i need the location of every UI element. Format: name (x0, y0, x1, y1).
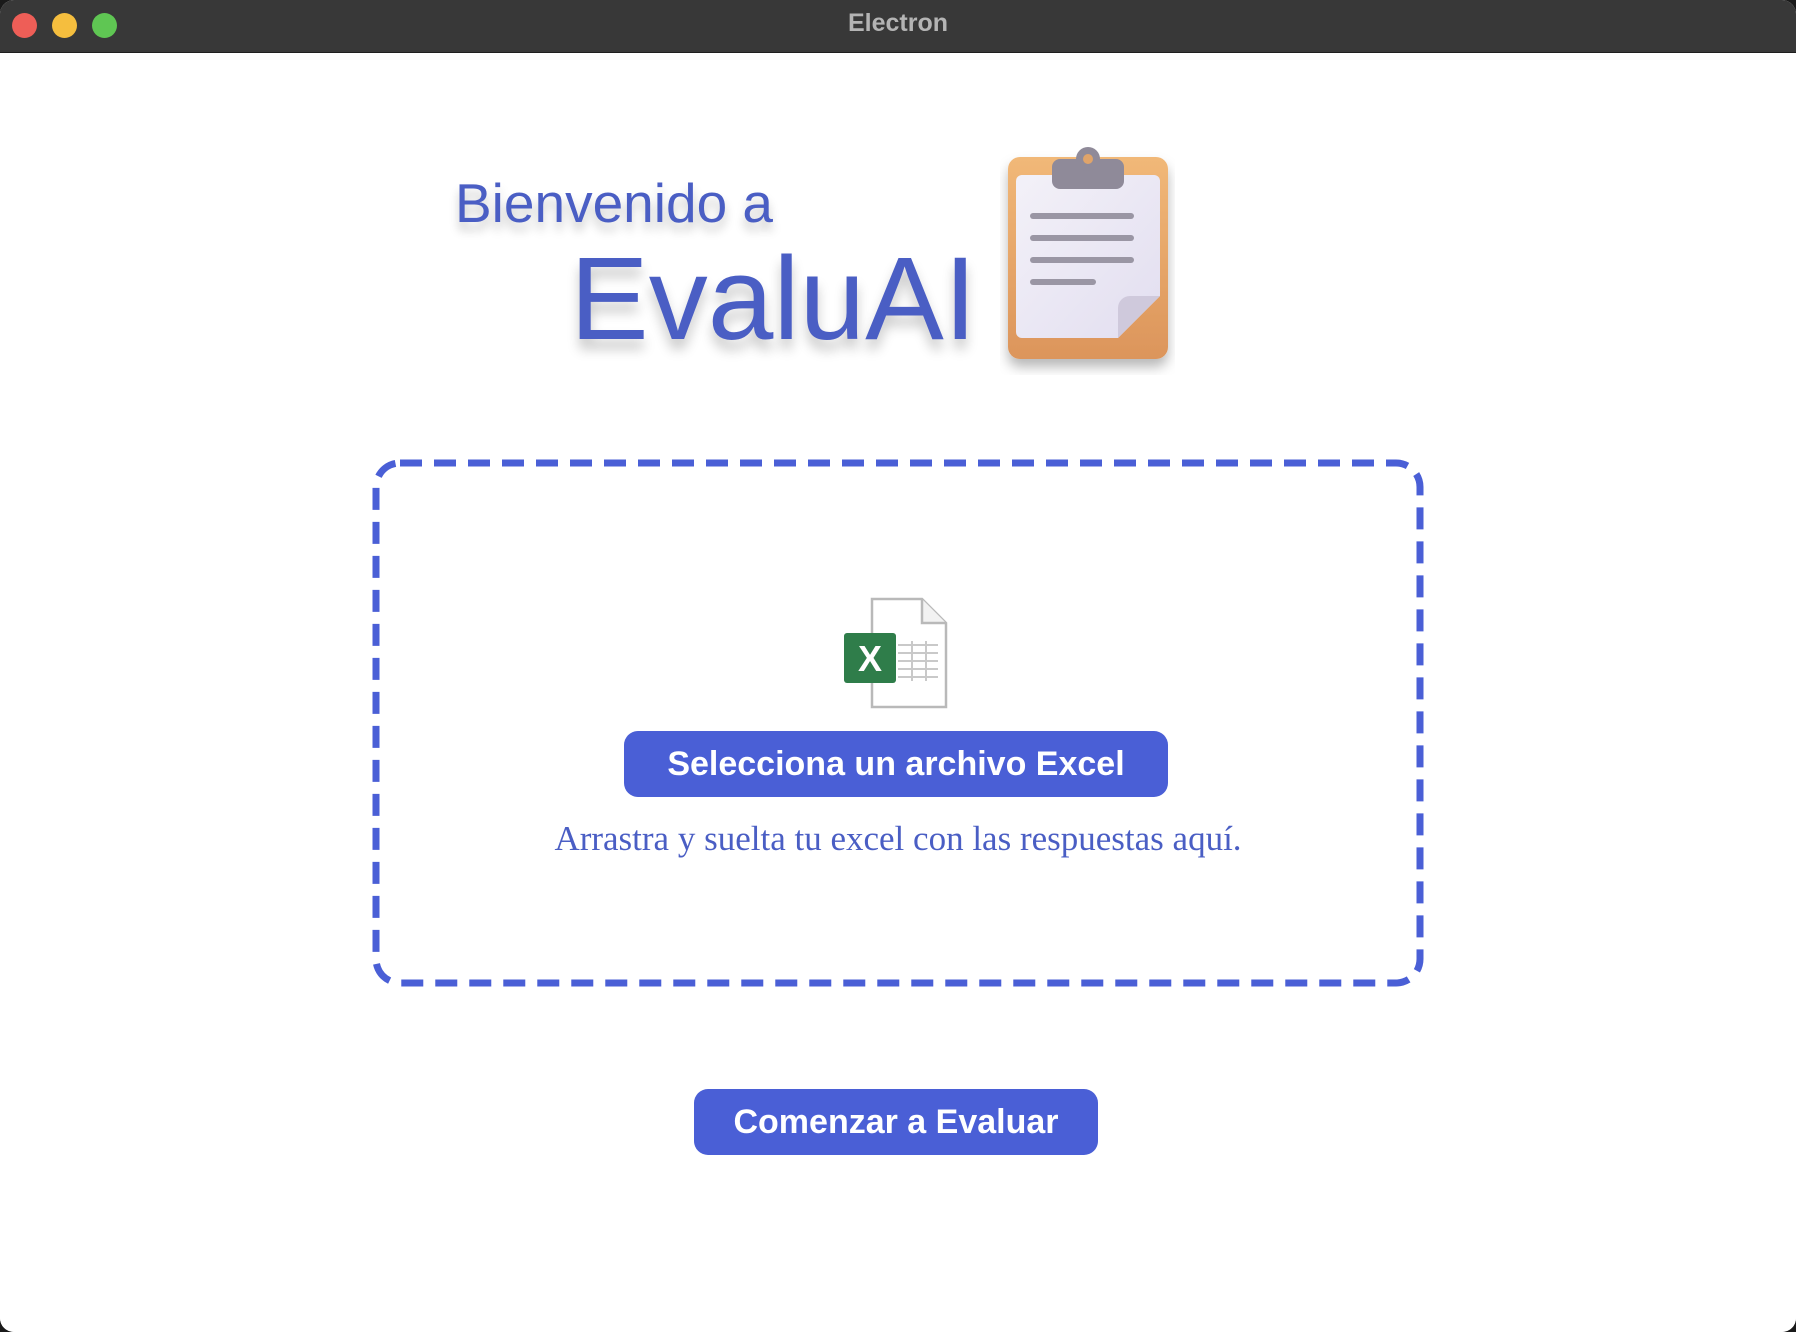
window-title: Electron (847, 9, 949, 37)
excel-dropzone[interactable] (372, 459, 1424, 987)
title-bar: Electron (0, 0, 1796, 53)
app-name-title: EvaluAI (570, 233, 977, 365)
excel-file-icon: X (844, 597, 948, 709)
main-content: Bienvenido a EvaluAI X Selecciona un arc… (0, 53, 1796, 1332)
select-excel-button[interactable]: Selecciona un archivo Excel (624, 731, 1168, 797)
clipboard-icon (1008, 147, 1168, 359)
excel-badge-letter: X (858, 638, 882, 679)
start-evaluation-button[interactable]: Comenzar a Evaluar (694, 1089, 1098, 1155)
welcome-text: Bienvenido a (455, 172, 774, 234)
app-window: Electron Bienvenido a EvaluAI X Seleccio… (0, 0, 1796, 1332)
dropzone-hint-text: Arrastra y suelta tu excel con las respu… (554, 819, 1242, 858)
dropzone-border (372, 459, 1424, 987)
